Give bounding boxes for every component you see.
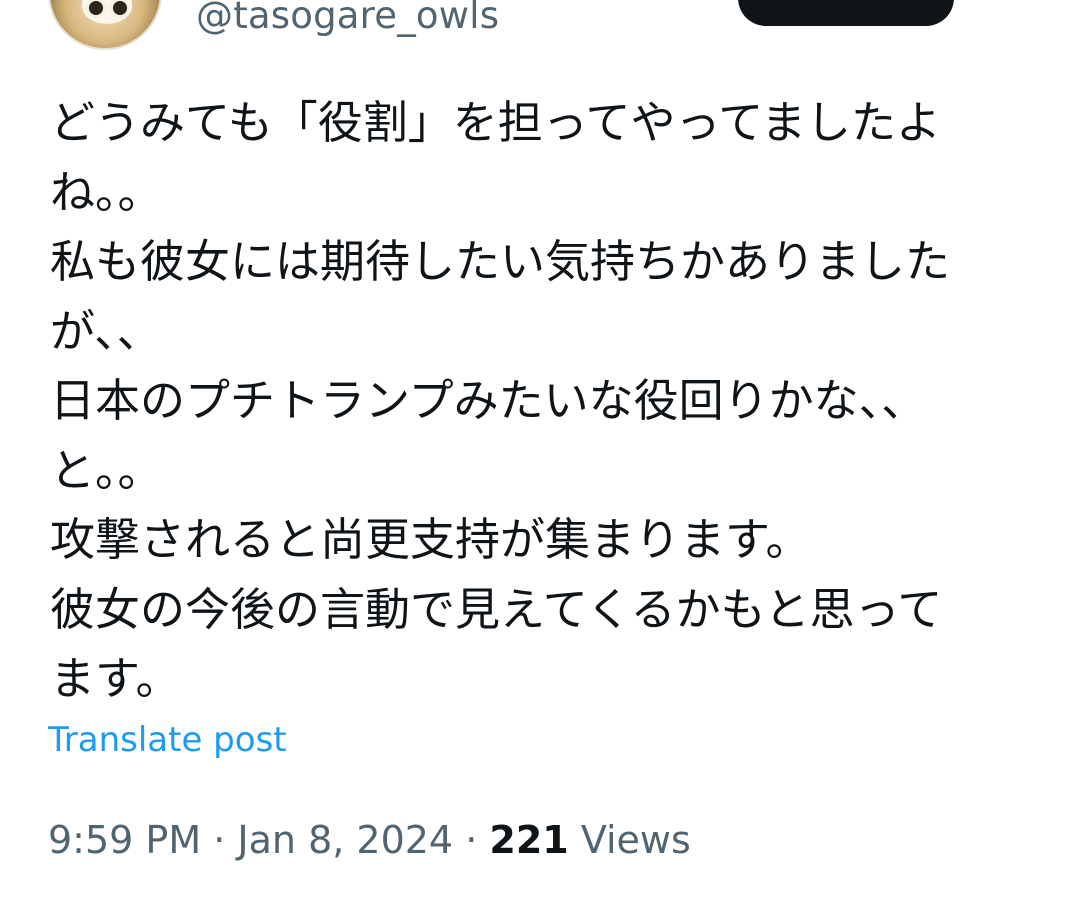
meta-separator: · [213,818,226,862]
tweet-text-line: と。。 [50,443,163,497]
follow-button[interactable] [738,0,954,26]
tweet-text-line: 私も彼女には期待したい気持ちかありました [50,235,951,288]
tweet-text: どうみても「役割」を担ってやってましたよ ね。。 私も彼女には期待したい気持ちか… [50,88,1040,714]
tweet-text-line: 攻撃されると尚更支持が集まります。 [50,513,811,566]
tweet-text-line: 彼女の今後の言動で見えてくるかもと思って [50,582,943,636]
translate-post-link[interactable]: Translate post [48,720,287,760]
views-count[interactable]: 221 [489,818,568,862]
tweet-text-line: が、、 [50,304,162,358]
tweet-text-line: どうみても「役割」を担ってやってましたよ [50,96,942,149]
tweet-text-line: ね。。 [50,165,163,219]
avatar[interactable] [48,0,162,50]
tweet-date[interactable]: Jan 8, 2024 [237,818,453,862]
tweet-text-line: ます。 [50,652,181,705]
views-label: Views [580,818,691,862]
tweet-time[interactable]: 9:59 PM [48,818,201,862]
tweet-meta: 9:59 PM · Jan 8, 2024 · 221 Views [48,818,691,862]
meta-separator: · [465,818,478,862]
author-handle[interactable]: @tasogare_owls [196,0,499,37]
tweet-text-line: 日本のプチトランプみたいな役回りかな、、 [50,374,927,427]
